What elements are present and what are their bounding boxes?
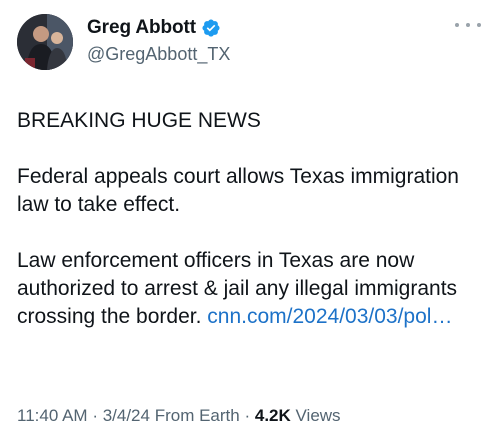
more-dot (477, 23, 481, 27)
views-count: 4.2K (254, 406, 291, 425)
verified-badge-icon[interactable] (201, 18, 221, 38)
author-handle[interactable]: @GregAbbott_TX (87, 44, 230, 65)
tweet-text: BREAKING HUGE NEWS Federal appeals court… (17, 107, 487, 331)
views-label: Views (295, 406, 341, 425)
tweet-header: Greg Abbott @GregAbbott_TX (17, 12, 487, 76)
avatar[interactable] (17, 14, 73, 70)
tweet-link[interactable]: cnn.com/2024/03/03/pol… (207, 305, 452, 328)
tweet-headline: BREAKING HUGE NEWS (17, 109, 261, 132)
more-dot (455, 23, 459, 27)
tweet-location: From Earth (154, 406, 240, 425)
meta-separator: · (244, 406, 255, 425)
display-name[interactable]: Greg Abbott (87, 17, 196, 39)
meta-separator: · (92, 406, 103, 425)
tweet-meta: 11:40 AM · 3/4/24 From Earth · 4.2K View… (17, 406, 341, 426)
author-names: Greg Abbott @GregAbbott_TX (87, 16, 230, 65)
display-name-row: Greg Abbott (87, 16, 230, 40)
tweet-paragraph: Federal appeals court allows Texas immig… (17, 165, 459, 216)
more-dot (466, 23, 470, 27)
tweet-time[interactable]: 11:40 AM (17, 406, 88, 425)
tweet-paragraph: Law enforcement officers in Texas are no… (17, 247, 487, 331)
tweet-card: Greg Abbott @GregAbbott_TX BREAKING HUGE… (0, 0, 500, 440)
tweet-date[interactable]: 3/4/24 (103, 406, 150, 425)
more-options-icon[interactable] (455, 18, 481, 32)
